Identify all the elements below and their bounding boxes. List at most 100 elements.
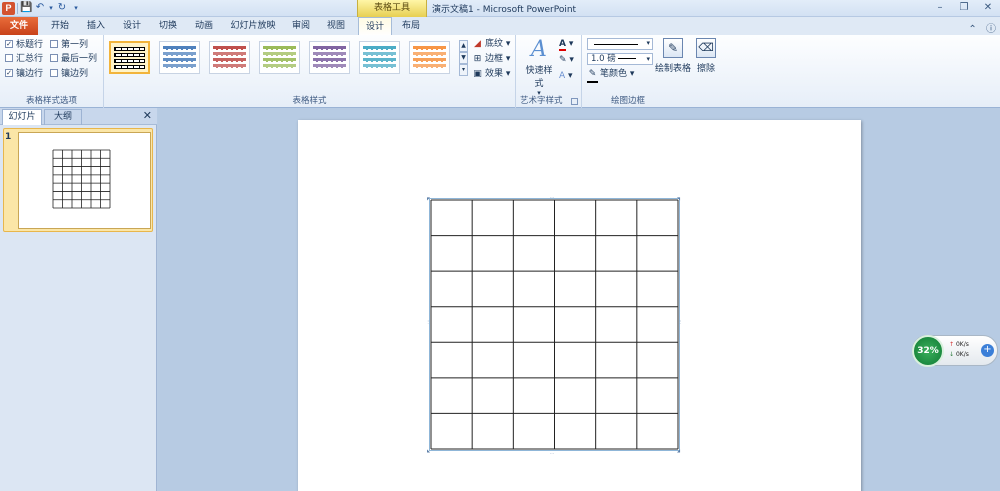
pen-weight-dropdown[interactable]: 1.0 磅 ▾ [587, 53, 653, 65]
minimize-ribbon-icon[interactable]: ⌃ [968, 24, 976, 35]
paint-bucket-icon: ◢ [474, 39, 481, 49]
table-grid[interactable] [430, 199, 679, 450]
option-total-row[interactable]: 汇总行 [5, 53, 43, 65]
close-icon[interactable]: ✕ [143, 109, 152, 122]
tab-transitions[interactable]: 切换 [152, 17, 184, 35]
customize-quick-access-icon[interactable]: ▾ [70, 2, 82, 14]
borders-button[interactable]: ⊞ 边框 ▾ [472, 53, 511, 66]
option-header-row[interactable]: ✓ 标题行 [5, 39, 43, 51]
quick-access-separator [17, 3, 18, 14]
save-icon[interactable]: 💾 [20, 2, 32, 14]
table-style-swatch[interactable] [409, 41, 450, 74]
effects-button[interactable]: ▣ 效果 ▾ [472, 68, 510, 81]
close-window-button[interactable]: ✕ [978, 1, 998, 14]
checkbox-icon[interactable]: ✓ [5, 68, 13, 77]
borders-icon: ⊞ [473, 54, 482, 64]
resize-handle-icon[interactable]: … [550, 194, 560, 199]
tab-slideshow[interactable]: 幻灯片放映 [224, 17, 282, 35]
redo-icon[interactable]: ↻ [56, 2, 68, 14]
table-object[interactable]: ◤ ◥ ◣ ◢ … … ⋮ ⋮ [426, 194, 683, 455]
tab-view[interactable]: 视图 [320, 17, 352, 35]
checkbox-icon[interactable]: ✓ [5, 39, 13, 48]
dialog-launcher-icon[interactable] [571, 98, 578, 105]
help-controls: ⌃ ⓘ [962, 20, 996, 35]
checkbox-icon[interactable] [50, 68, 58, 77]
wordart-a-icon: A [531, 37, 547, 62]
network-monitor-widget[interactable]: 32% ↑ 0K/s ↓ 0K/s + [912, 335, 998, 367]
resize-handle-icon[interactable]: ⋮ [678, 319, 683, 329]
resize-handle-icon[interactable]: ◢ [677, 448, 682, 453]
add-icon[interactable]: + [981, 344, 994, 357]
checkbox-icon[interactable] [50, 39, 58, 48]
checkbox-icon[interactable] [5, 53, 13, 62]
tab-file[interactable]: 文件 [0, 17, 38, 35]
eraser-icon: ⌫ [696, 38, 716, 58]
group-label: 表格样式选项 [25, 96, 77, 106]
resize-handle-icon[interactable]: … [550, 450, 560, 455]
pen-color-button[interactable]: ✎ 笔颜色 ▾ [587, 68, 634, 83]
text-outline-button[interactable]: ✎ ▾ [559, 54, 574, 67]
table-style-swatch[interactable] [159, 41, 200, 74]
tab-table-design[interactable]: 设计 [358, 17, 392, 36]
text-effects-icon: A [559, 71, 566, 81]
draw-table-icon: ✎ [663, 38, 683, 58]
group-label: 表格样式 [292, 96, 327, 106]
tab-outline[interactable]: 大纲 [44, 109, 82, 125]
table-style-swatch[interactable] [359, 41, 400, 74]
pen-style-dropdown[interactable]: ▾ [587, 38, 653, 50]
tab-design[interactable]: 设计 [116, 17, 148, 35]
text-outline-icon: ✎ [559, 55, 567, 65]
minimize-button[interactable]: – [930, 1, 950, 14]
gallery-up-icon[interactable]: ▲ [459, 40, 468, 52]
chevron-down-icon: ▾ [646, 39, 650, 47]
tab-insert[interactable]: 插入 [80, 17, 112, 35]
slide-number: 1 [5, 132, 12, 142]
tab-animations[interactable]: 动画 [188, 17, 220, 35]
text-effects-button[interactable]: A ▾ [559, 70, 573, 83]
table-style-swatch[interactable] [109, 41, 150, 74]
resize-handle-icon[interactable]: ◥ [677, 196, 682, 201]
resize-handle-icon[interactable]: ◣ [427, 448, 432, 453]
option-last-column[interactable]: 最后一列 [50, 53, 97, 65]
shading-button[interactable]: ◢ 底纹 ▾ [472, 38, 510, 51]
table-style-swatch[interactable] [209, 41, 250, 74]
resize-handle-icon[interactable]: ⋮ [426, 319, 431, 329]
table-style-swatch[interactable] [309, 41, 350, 74]
checkbox-icon[interactable] [50, 53, 58, 62]
slide-thumbnail-preview [18, 132, 151, 229]
eraser-button[interactable]: ⌫ 擦除 [693, 38, 719, 74]
help-icon[interactable]: ⓘ [986, 24, 996, 35]
thumbnail-table [52, 149, 111, 209]
gallery-down-icon[interactable]: ▼ [459, 52, 468, 64]
group-label: 绘图边框 [610, 96, 645, 106]
cpu-percent-badge: 32% [912, 335, 944, 367]
wordart-styles-group: A 快速样式 ▾ A ▾ ✎ ▾ A ▾ 艺术字样式 [516, 35, 582, 108]
tab-slides[interactable]: 幻灯片 [2, 109, 42, 125]
download-arrow-icon: ↓ [949, 351, 955, 358]
slide-thumbnail-1[interactable] [3, 128, 153, 232]
gallery-more-icon[interactable]: ▾ [459, 64, 468, 76]
resize-handle-icon[interactable]: ◤ [427, 196, 432, 201]
quick-styles-button[interactable]: A 快速样式 ▾ [522, 37, 556, 97]
restore-button[interactable]: ❐ [954, 1, 974, 14]
effects-icon: ▣ [473, 69, 482, 79]
text-fill-button[interactable]: A ▾ [559, 38, 573, 51]
table-style-options-group: ✓ 标题行 第一列 汇总行 最后一列 ✓ 镶边行 镶边列 表格样式选项 [0, 35, 104, 108]
tab-review[interactable]: 审阅 [286, 17, 316, 35]
table-tools-header: 表格工具 [357, 0, 427, 17]
title-bar: P 💾 ↶ ▾ ↻ ▾ 表格工具 演示文稿1 - Microsoft Power… [0, 0, 1000, 17]
table-style-swatch[interactable] [259, 41, 300, 74]
ribbon-tab-bar: 文件 开始 插入 设计 切换 动画 幻灯片放映 审阅 视图 设计 布局 ⌃ ⓘ [0, 17, 1000, 36]
text-fill-icon: A [559, 39, 566, 51]
option-banded-columns[interactable]: 镶边列 [50, 68, 88, 80]
option-first-column[interactable]: 第一列 [50, 39, 88, 51]
thumbnail-grid [52, 149, 111, 209]
tab-home[interactable]: 开始 [44, 17, 76, 35]
tab-table-layout[interactable]: 布局 [396, 17, 426, 35]
slide-canvas[interactable]: ◤ ◥ ◣ ◢ … … ⋮ ⋮ [298, 120, 861, 491]
draw-table-button[interactable]: ✎ 绘制表格 [655, 38, 691, 74]
powerpoint-logo-icon[interactable]: P [2, 2, 15, 15]
option-banded-rows[interactable]: ✓ 镶边行 [5, 68, 43, 80]
slide-editing-area: ◤ ◥ ◣ ◢ … … ⋮ ⋮ [158, 108, 1000, 491]
pane-tabs: 幻灯片 大纲 ✕ [0, 108, 157, 125]
